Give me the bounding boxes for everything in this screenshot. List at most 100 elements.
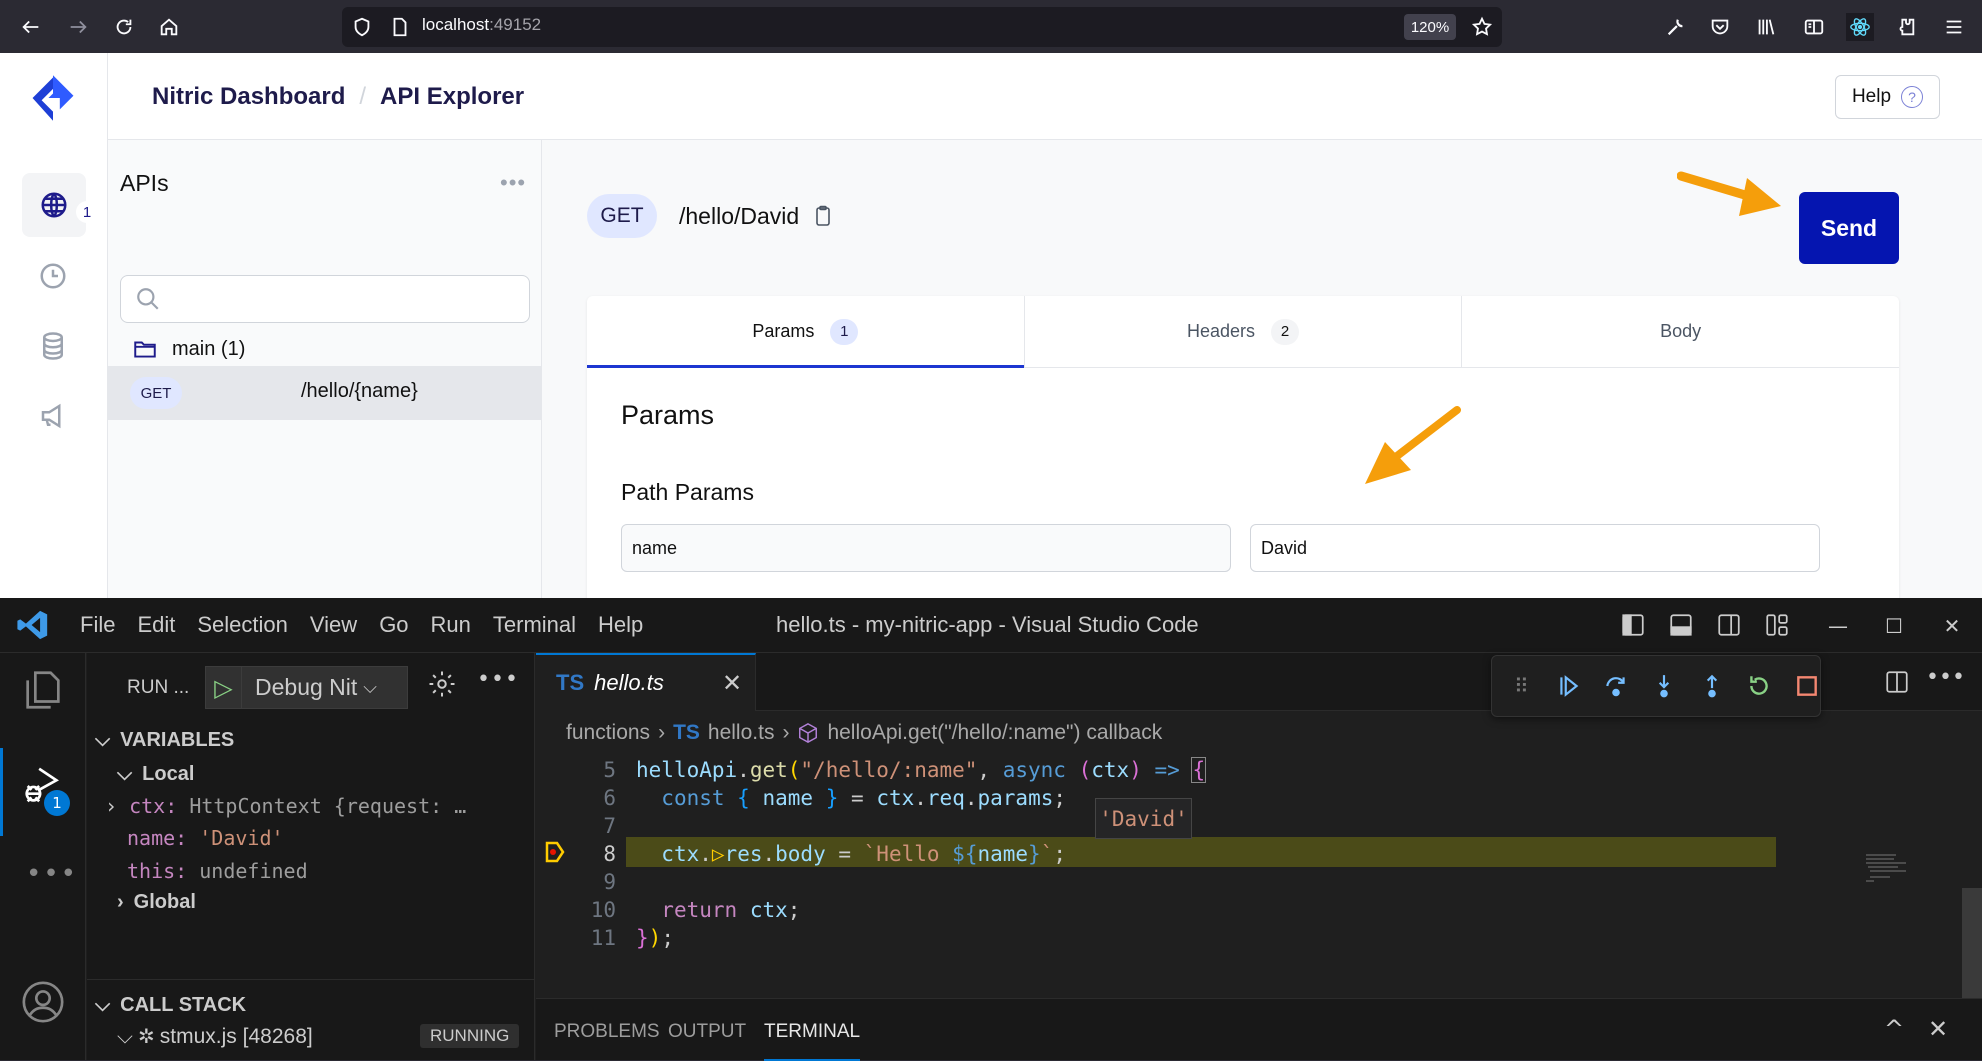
line-number: 6 <box>603 786 616 810</box>
start-debugging-icon[interactable]: ▷ <box>206 667 242 708</box>
toggle-primary-sidebar-icon[interactable] <box>1620 612 1646 638</box>
api-folder-main[interactable]: main (1) <box>130 336 245 362</box>
run-and-debug-sidebar: RUN ... ▷ Debug Nit ⌵ ••• ⌵ VARIABLES ⌵ Lo… <box>87 653 535 1060</box>
nitric-logo[interactable] <box>30 73 76 123</box>
react-devtools-icon[interactable] <box>1846 13 1874 41</box>
send-button[interactable]: Send <box>1799 192 1899 264</box>
call-stack-item[interactable]: ⌵ ✲ stmux.js [48268] <box>117 1025 313 1049</box>
chevron-right-icon: › <box>658 721 666 744</box>
restart-icon[interactable] <box>1746 672 1773 700</box>
panel-tab-problems[interactable]: PROBLEMS <box>554 1021 660 1043</box>
clipboard-icon[interactable] <box>811 202 835 230</box>
reader-icon[interactable] <box>1800 13 1828 41</box>
panel-tab-terminal[interactable]: TERMINAL <box>764 1021 861 1061</box>
variables-section-header[interactable]: ⌵ VARIABLES <box>95 729 234 752</box>
megaphone-icon[interactable] <box>38 401 68 431</box>
minimize-button[interactable]: — <box>1824 612 1852 640</box>
section-divider <box>87 979 535 980</box>
url-text[interactable]: localhost:49152 <box>422 15 541 35</box>
process-name: stmux.js [48268] <box>159 1025 313 1048</box>
nav-api-explorer[interactable]: 1 <box>22 173 98 237</box>
menu-go[interactable]: Go <box>379 612 408 638</box>
account-icon[interactable] <box>20 979 66 1025</box>
gear-icon[interactable] <box>427 669 457 699</box>
forward-icon[interactable] <box>64 13 92 41</box>
chevron-down-icon: ⌵ <box>95 994 111 1016</box>
maximize-button[interactable]: ☐ <box>1880 612 1908 640</box>
variable-value: HttpContext {request: … <box>189 794 467 818</box>
library-icon[interactable] <box>1752 13 1780 41</box>
customize-layout-icon[interactable] <box>1764 612 1790 638</box>
back-icon[interactable] <box>17 13 45 41</box>
symbol-method-icon <box>799 722 818 744</box>
method-badge: GET <box>130 377 182 409</box>
close-panel-icon[interactable]: ✕ <box>1928 1015 1948 1043</box>
maximize-panel-icon[interactable]: ^ <box>1884 1015 1904 1043</box>
path-params-heading: Path Params <box>621 479 754 505</box>
variable-row[interactable]: this: undefined <box>127 859 308 883</box>
editor-tab-hello-ts[interactable]: TS hello.ts ✕ <box>536 653 756 711</box>
split-editor-icon[interactable] <box>1884 669 1910 695</box>
scope-local[interactable]: ⌵ Local <box>117 763 194 786</box>
tab-body[interactable]: Body <box>1462 296 1899 367</box>
continue-icon[interactable] <box>1556 672 1583 700</box>
zoom-level[interactable]: 120% <box>1404 14 1456 40</box>
close-tab-icon[interactable]: ✕ <box>722 669 742 697</box>
toggle-secondary-sidebar-icon[interactable] <box>1716 612 1742 638</box>
api-search-input[interactable] <box>120 275 530 323</box>
editor-area: TS hello.ts ✕ ⠿ ••• functions › TS hello… <box>536 653 1982 998</box>
clock-icon[interactable] <box>38 261 68 291</box>
panel-tab-output[interactable]: OUTPUT <box>668 1021 746 1043</box>
star-icon[interactable] <box>1468 13 1496 41</box>
path-param-value-input[interactable]: David <box>1250 524 1820 572</box>
step-into-icon[interactable] <box>1651 672 1678 700</box>
editor-scrollbar[interactable] <box>1962 888 1982 998</box>
reload-icon[interactable] <box>110 13 138 41</box>
tab-headers[interactable]: Headers 2 <box>1025 296 1463 367</box>
step-over-icon[interactable] <box>1603 672 1630 700</box>
home-icon[interactable] <box>155 13 183 41</box>
tab-label: Headers <box>1186 321 1256 341</box>
path-param-key-input[interactable]: name <box>621 524 1231 572</box>
pocket-icon[interactable] <box>1706 13 1734 41</box>
variable-row[interactable]: › ctx: HttpContext {request: … <box>105 794 466 818</box>
toggle-panel-icon[interactable] <box>1668 612 1694 638</box>
breadcrumb-symbol[interactable]: helloApi.get("/hello/:name") callback <box>827 721 1162 745</box>
menu-view[interactable]: View <box>310 612 357 638</box>
breadcrumb-file[interactable]: hello.ts <box>708 721 775 745</box>
more-actions-icon[interactable]: ••• <box>477 667 519 692</box>
variable-row[interactable]: name: 'David' <box>127 826 284 850</box>
extensions-icon[interactable] <box>1892 13 1920 41</box>
more-views-icon[interactable]: ••• <box>26 859 78 889</box>
menu-run[interactable]: Run <box>431 612 471 638</box>
annotation-arrow-send <box>1677 171 1781 216</box>
shield-icon[interactable] <box>348 13 376 41</box>
menu-edit[interactable]: Edit <box>137 612 175 638</box>
step-out-icon[interactable] <box>1698 672 1725 700</box>
code-line: }); <box>636 926 674 950</box>
database-icon[interactable] <box>38 331 68 361</box>
minimap[interactable] <box>1866 853 1956 893</box>
help-button[interactable]: Help ? <box>1835 75 1940 119</box>
stop-icon[interactable] <box>1793 672 1820 700</box>
breadcrumb-folder[interactable]: functions <box>566 721 650 745</box>
breadcrumb-root[interactable]: Nitric Dashboard <box>152 83 345 110</box>
call-stack-section-header[interactable]: ⌵ CALL STACK <box>95 994 246 1017</box>
wrench-icon[interactable] <box>1662 13 1690 41</box>
menu-terminal[interactable]: Terminal <box>493 612 576 638</box>
close-window-button[interactable]: ✕ <box>1938 612 1966 640</box>
debug-config-select[interactable]: ▷ Debug Nit ⌵ <box>205 666 408 709</box>
drag-handle-icon[interactable]: ⠿ <box>1508 672 1535 700</box>
more-options-icon[interactable]: ••• <box>500 170 526 196</box>
menu-help[interactable]: Help <box>598 612 643 638</box>
tab-params[interactable]: Params 1 <box>587 296 1025 368</box>
code-editor[interactable]: 5 6 7 8 9 10 11 helloApi.get("/hello/:na… <box>536 753 1982 998</box>
editor-more-actions-icon[interactable]: ••• <box>1926 665 1965 690</box>
scope-global[interactable]: › Global <box>117 891 196 914</box>
menu-file[interactable]: File <box>80 612 115 638</box>
explorer-icon[interactable] <box>20 667 66 713</box>
menu-selection[interactable]: Selection <box>197 612 288 638</box>
menu-icon[interactable] <box>1940 13 1968 41</box>
chevron-down-icon: ⌵ <box>117 1025 133 1048</box>
api-route-item[interactable]: GET /hello/{name} <box>108 366 541 420</box>
